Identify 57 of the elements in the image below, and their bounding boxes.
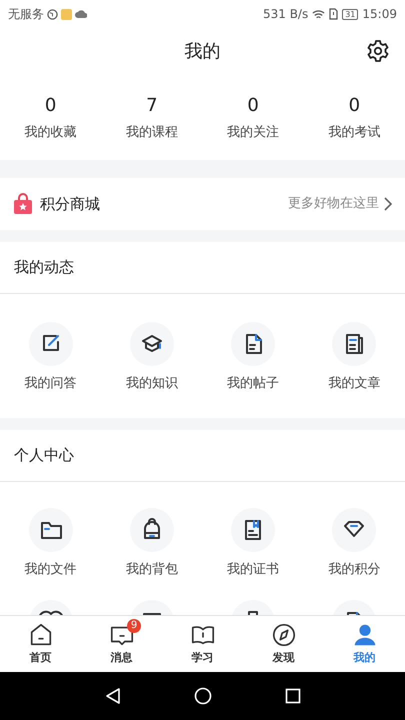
stat-value: 7: [146, 94, 158, 118]
grid-item-label: 我的文件: [24, 561, 77, 579]
grid-item-label: 我的问答: [24, 375, 77, 393]
grid-item[interactable]: 我的文件: [0, 508, 102, 580]
grid-item-label: 我的文章: [328, 375, 380, 393]
tab-item[interactable]: 学习: [162, 616, 243, 672]
mall-link-text: 更多好物在这里: [288, 195, 379, 214]
circle-icon: [194, 687, 212, 705]
stat-item[interactable]: 0 我的关注: [202, 92, 304, 142]
grid-item[interactable]: 我的帖子: [202, 322, 304, 394]
stat-value: 0: [348, 94, 360, 118]
tab-item[interactable]: 我的: [324, 616, 405, 672]
clock-text: 15:09: [362, 6, 397, 23]
stat-value: 0: [44, 94, 56, 118]
home-button[interactable]: [192, 686, 212, 706]
settings-icon: [366, 39, 390, 63]
stat-label: 我的课程: [126, 124, 178, 142]
grid-item[interactable]: 我的知识: [101, 322, 202, 394]
network-speed: 531 B/s: [262, 6, 308, 23]
cloud-icon: [75, 10, 87, 18]
page-title: 我的: [184, 40, 220, 64]
grid-item[interactable]: 我的问答: [0, 322, 102, 394]
compass-icon: [270, 622, 296, 648]
grid-item[interactable]: 我的文章: [304, 322, 405, 394]
app-icon: [61, 8, 72, 20]
grid-item[interactable]: 我的证书: [202, 508, 304, 580]
chevron-right-icon: [383, 196, 393, 212]
stat-item[interactable]: 0 我的考试: [304, 92, 405, 142]
tab-item[interactable]: 发现: [243, 616, 324, 672]
settings-button[interactable]: [365, 38, 391, 64]
stat-value: 0: [247, 94, 259, 118]
grid-item-label: 我的积分: [328, 561, 380, 579]
tab-item[interactable]: 首页: [0, 616, 81, 672]
grid-item-label: 我的证书: [227, 561, 280, 579]
mall-title: 积分商城: [40, 194, 100, 215]
stat-item[interactable]: 0 我的收藏: [0, 92, 102, 142]
stat-item[interactable]: 7 我的课程: [101, 92, 202, 142]
battery-level: 31: [345, 10, 356, 18]
badge-count: 9: [127, 619, 141, 633]
section-title: 个人中心: [14, 445, 74, 466]
sim-icon: [329, 8, 338, 20]
grid-item-label: 我的帖子: [227, 375, 280, 393]
stat-label: 我的考试: [328, 124, 380, 142]
shopping-bag-icon: [12, 193, 34, 215]
grid-item[interactable]: 我的积分: [304, 508, 405, 580]
back-icon: [104, 687, 120, 705]
tab-item[interactable]: 消息 9: [81, 616, 162, 672]
recents-button[interactable]: [282, 686, 302, 706]
square-icon: [284, 688, 300, 704]
wifi-icon: [312, 8, 326, 20]
section-title: 我的动态: [14, 257, 74, 278]
grid-item-label: 我的背包: [126, 561, 178, 579]
grid-item[interactable]: 我的背包: [101, 508, 202, 580]
stat-label: 我的关注: [227, 124, 280, 142]
stat-label: 我的收藏: [24, 124, 77, 142]
grid-item-label: 我的知识: [126, 375, 178, 393]
carrier-text: 无服务: [8, 6, 44, 23]
